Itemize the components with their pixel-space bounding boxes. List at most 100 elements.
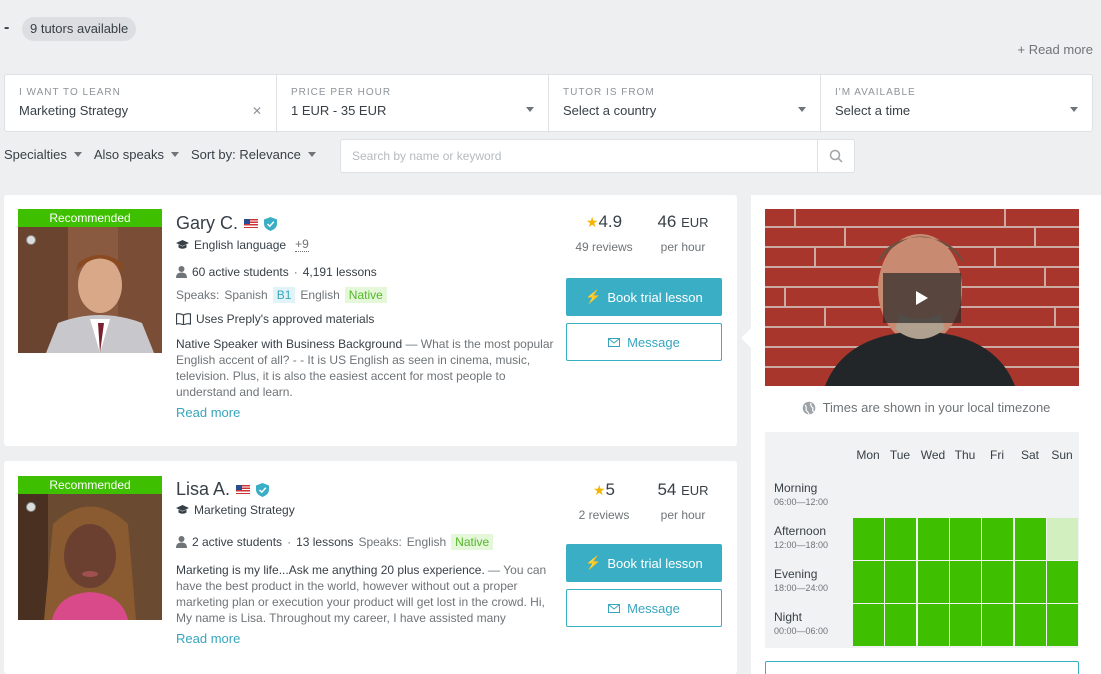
students-line: 60 active students · 4,191 lessons bbox=[176, 265, 377, 279]
availability-cell bbox=[1014, 561, 1046, 603]
availability-cell bbox=[1046, 604, 1078, 646]
slot-label: Morning 06:00—12:00 bbox=[774, 482, 828, 509]
specialties-label: Specialties bbox=[4, 147, 67, 162]
sub-filter-bar: Specialties Also speaks Sort by: Relevan… bbox=[4, 147, 316, 162]
message-label: Message bbox=[627, 600, 680, 616]
lightning-icon: ⚡ bbox=[585, 555, 602, 570]
materials-line: Uses Preply's approved materials bbox=[176, 312, 374, 326]
filter-available[interactable]: I'M AVAILABLE Select a time bbox=[821, 75, 1092, 131]
filter-country-value[interactable]: Select a country bbox=[563, 103, 806, 118]
read-more-link[interactable]: Read more bbox=[176, 405, 240, 420]
slot-label: Evening 18:00—24:00 bbox=[774, 568, 828, 595]
search-icon bbox=[829, 149, 843, 163]
avatar bbox=[18, 227, 162, 353]
collapse-dash[interactable]: - bbox=[4, 19, 9, 37]
rating-stat: ★5 2 reviews bbox=[570, 480, 638, 522]
tutor-description: Native Speaker with Business Background … bbox=[176, 336, 554, 400]
avatar bbox=[18, 494, 162, 620]
currency: EUR bbox=[681, 483, 709, 498]
chevron-down-icon bbox=[73, 152, 82, 157]
availability-cell bbox=[885, 518, 917, 560]
read-more-link[interactable]: Read more bbox=[176, 631, 240, 646]
envelope-icon bbox=[608, 603, 621, 613]
view-full-schedule-button[interactable] bbox=[765, 661, 1079, 674]
filter-learn[interactable]: I WANT TO LEARN Marketing Strategy ✕ bbox=[5, 75, 277, 131]
filter-price-value[interactable]: 1 EUR - 35 EUR bbox=[291, 103, 534, 118]
verified-shield-icon bbox=[256, 482, 270, 497]
tutor-name[interactable]: Lisa A. bbox=[176, 479, 230, 500]
tutor-preview-panel: Times are shown in your local timezone M… bbox=[751, 195, 1101, 674]
rating-value: 4.9 bbox=[598, 212, 623, 231]
availability-cell bbox=[885, 604, 917, 646]
book-trial-label: Book trial lesson bbox=[607, 555, 703, 571]
book-trial-button[interactable]: ⚡ Book trial lesson bbox=[566, 544, 722, 582]
day-header: Wed bbox=[920, 448, 946, 462]
book-trial-label: Book trial lesson bbox=[607, 289, 703, 305]
slot-range: 06:00—12:00 bbox=[774, 497, 829, 507]
day-header: Tue bbox=[889, 448, 911, 462]
select-radio[interactable] bbox=[26, 502, 36, 512]
language: English bbox=[300, 288, 340, 302]
chevron-down-icon[interactable] bbox=[526, 107, 534, 112]
availability-cell bbox=[917, 561, 949, 603]
play-button[interactable] bbox=[883, 273, 961, 323]
availability-cell bbox=[949, 518, 981, 560]
clear-icon[interactable]: ✕ bbox=[252, 104, 262, 118]
tutor-card: Recommended Lisa A. Marketing Strategy 2… bbox=[4, 461, 737, 674]
language: Spanish bbox=[224, 288, 268, 302]
reviews-count[interactable]: 49 reviews bbox=[570, 240, 638, 254]
search-button[interactable] bbox=[817, 140, 854, 172]
subject: English language bbox=[194, 237, 287, 252]
availability-cell bbox=[917, 604, 949, 646]
timezone-note: Times are shown in your local timezone bbox=[751, 400, 1101, 415]
day-header: Thu bbox=[954, 448, 976, 462]
search-input[interactable] bbox=[341, 140, 817, 172]
chevron-down-icon bbox=[170, 152, 179, 157]
tutor-count-badge: 9 tutors available bbox=[22, 17, 137, 41]
us-flag-icon bbox=[244, 219, 259, 228]
us-flag-icon bbox=[236, 485, 251, 494]
read-more-link[interactable]: + Read more bbox=[1017, 42, 1093, 57]
availability-cell bbox=[853, 604, 884, 646]
speaks-label: Speaks: bbox=[176, 288, 220, 302]
filter-price[interactable]: PRICE PER HOUR 1 EUR - 35 EUR bbox=[277, 75, 549, 131]
reviews-count[interactable]: 2 reviews bbox=[570, 508, 638, 522]
book-trial-button[interactable]: ⚡ Book trial lesson bbox=[566, 278, 722, 316]
lessons-count: 4,191 lessons bbox=[302, 265, 377, 279]
language-level-badge: Native bbox=[451, 534, 494, 550]
language-level-badge: Native bbox=[344, 287, 387, 303]
filter-available-value[interactable]: Select a time bbox=[835, 103, 1078, 118]
rating-stat: ★4.9 49 reviews bbox=[570, 212, 638, 254]
slot-range: 00:00—06:00 bbox=[774, 626, 829, 636]
slot-name: Morning bbox=[774, 481, 818, 495]
tutor-photo[interactable]: Recommended bbox=[18, 476, 162, 620]
more-subjects[interactable]: +9 bbox=[295, 237, 309, 252]
availability-cell bbox=[1014, 604, 1046, 646]
book-icon bbox=[176, 313, 191, 325]
tutor-photo[interactable]: Recommended bbox=[18, 209, 162, 353]
filter-country[interactable]: TUTOR IS FROM Select a country bbox=[549, 75, 821, 131]
select-radio[interactable] bbox=[26, 235, 36, 245]
timezone-text: Times are shown in your local timezone bbox=[822, 400, 1051, 415]
message-button[interactable]: Message bbox=[566, 589, 722, 627]
chevron-down-icon[interactable] bbox=[798, 107, 806, 112]
slot-label: Night 00:00—06:00 bbox=[774, 611, 828, 638]
price-stat: 46 EUR per hour bbox=[648, 212, 718, 254]
specialties-dropdown[interactable]: Specialties bbox=[4, 147, 82, 162]
also-speaks-dropdown[interactable]: Also speaks bbox=[94, 147, 179, 162]
day-header: Fri bbox=[990, 448, 1004, 462]
slot-name: Afternoon bbox=[774, 524, 827, 538]
sort-dropdown[interactable]: Sort by: Relevance bbox=[191, 147, 316, 162]
day-header: Sat bbox=[1020, 448, 1039, 462]
per-hour-label: per hour bbox=[660, 240, 706, 254]
tutor-card: Recommended Gary C. English language +9 bbox=[4, 195, 737, 446]
tutor-name[interactable]: Gary C. bbox=[176, 213, 238, 234]
filter-price-label: PRICE PER HOUR bbox=[291, 87, 392, 98]
chevron-down-icon[interactable] bbox=[1070, 107, 1078, 112]
filter-learn-value[interactable]: Marketing Strategy bbox=[19, 103, 262, 118]
slot-range: 12:00—18:00 bbox=[774, 540, 829, 550]
slot-name: Night bbox=[774, 610, 803, 624]
message-button[interactable]: Message bbox=[566, 323, 722, 361]
intro-video[interactable] bbox=[765, 209, 1079, 386]
chevron-down-icon bbox=[307, 152, 316, 157]
